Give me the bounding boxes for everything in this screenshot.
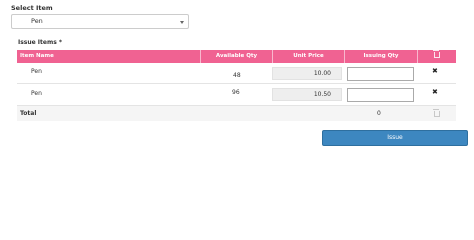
unit-price: 10.50 [272,88,342,101]
total-value: 0 [377,110,381,117]
issue-items-label: Issue Items * [18,39,63,46]
header-available-qty: Available Qty [200,50,272,63]
table-row: Pen 48 10.00 ✖ [17,63,456,84]
item-name: Pen [31,90,42,97]
total-label: Total [20,110,37,117]
unit-price: 10.00 [272,67,342,80]
item-name-cell: Pen [23,89,133,99]
select-item-dropdown[interactable]: Pen [11,14,189,29]
issuing-qty-input[interactable] [347,67,414,81]
total-row: Total 0 [17,106,456,121]
header-unit-price: Unit Price [272,50,344,63]
table-row: Pen 96 10.50 ✖ [17,84,456,106]
total-actions [417,106,456,121]
chevron-down-icon [180,21,184,24]
header-actions [417,50,456,63]
trash-icon [433,50,440,58]
table-header: Item Name Available Qty Unit Price Issui… [17,50,456,63]
available-qty: 48 [233,72,241,79]
remove-row-icon[interactable]: ✖ [432,67,438,75]
select-item-label: Select Item [11,4,53,12]
item-name: Pen [31,68,42,75]
header-item-name: Item Name [20,53,54,59]
issue-button[interactable]: Issue [322,130,468,146]
issuing-qty-input[interactable] [347,88,414,102]
remove-row-icon[interactable]: ✖ [432,88,438,96]
select-item-value: Pen [31,17,43,25]
item-name-cell: Pen [23,67,133,77]
available-qty: 96 [232,89,240,96]
header-issuing-qty: Issuing Qty [344,50,417,63]
trash-icon [432,109,440,117]
